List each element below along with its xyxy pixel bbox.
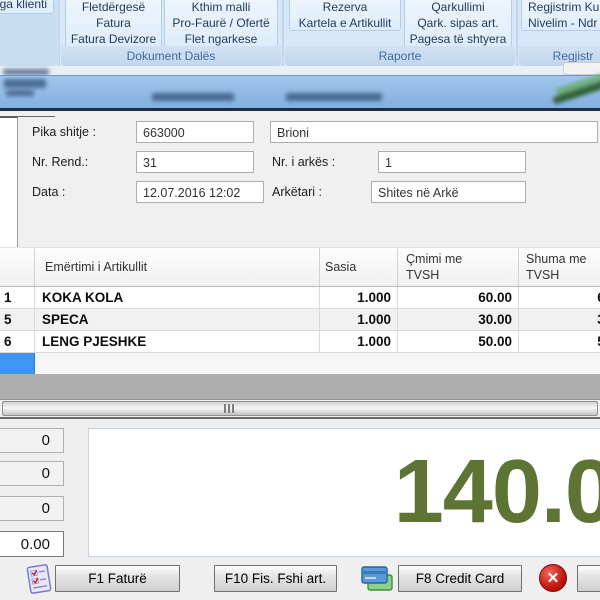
cell-rownum: 5 [0,309,35,330]
window-band [0,66,600,75]
cell-name: SPECA [35,309,320,330]
ribbon-button-partial-left-label: ga klienti [0,0,47,11]
side-panel-edge [0,117,18,247]
side-value-field-3[interactable]: 0 [0,496,64,521]
ribbon-item-nivelim[interactable]: Nivelim - Ndr [522,15,600,31]
cell-name: KOKA KOLA [35,287,320,308]
grand-total-display: 140.00 [88,428,600,557]
f10-fshi-art-button[interactable]: F10 Fis. Fshi art. [214,565,337,592]
nr-arkes-field[interactable]: 1 [378,151,526,173]
ribbon-column: Fletdërgesë Fatura Fatura Devizore [65,0,162,49]
pika-shitje-name-field[interactable]: Brioni [270,121,598,143]
grid-background [0,374,600,400]
ribbon-column: Kthim malli Pro-Faurë / Ofertë Flet ngar… [164,0,278,49]
ribbon-item-regjistrim[interactable]: Regjistrim Ku [522,0,600,15]
grid-header-rownum[interactable] [0,248,35,286]
cell-qty: 1.000 [320,309,398,330]
ribbon-item-pagesa-te-shtyera[interactable]: Pagesa të shtyera [405,31,511,47]
pos-window: ga klienti Fletdërgesë Fatura Fatura Dev… [0,0,600,600]
ribbon-column: Qarkullimi Qark. sipas art. Pagesa të sh… [404,0,512,49]
cell-qty: 1.000 [320,287,398,308]
data-field[interactable]: 12.07.2016 12:02 [136,181,264,203]
cell-rownum: 1 [0,287,35,308]
data-label: Data : [32,181,65,203]
ribbon-item-rezerva[interactable]: Rezerva [290,0,400,15]
arketari-field[interactable]: Shites në Arkë [371,181,526,203]
ribbon-group-label-raporte: Raporte [285,46,515,66]
splitter-grip-icon [232,404,234,413]
splitter-grip-icon [228,404,230,413]
nr-rend-field[interactable]: 31 [136,151,254,173]
arketari-label: Arkëtari : [272,181,322,203]
side-value-field-1[interactable]: 0 [0,428,64,453]
scroll-thumb[interactable] [563,62,600,75]
credit-cards-icon[interactable] [360,563,394,595]
table-row[interactable]: 1 KOKA KOLA 1.000 60.00 60.00 [0,287,600,309]
ribbon-button-partial-left[interactable]: ga klienti [0,0,54,14]
f1-fature-button[interactable]: F1 Faturë [55,565,180,592]
document-header-bar [0,75,600,108]
selected-cell[interactable] [0,353,35,374]
footer-button-partial[interactable] [577,565,600,592]
ribbon-item-fatura[interactable]: Fatura [66,15,161,31]
cell-price: 60.00 [398,287,519,308]
splitter-handle[interactable] [2,401,598,416]
side-value-field-4[interactable]: 0.00 [0,531,64,557]
ribbon: ga klienti Fletdërgesë Fatura Fatura Dev… [0,0,600,66]
ribbon-item-pro-faure-oferte[interactable]: Pro-Faurë / Ofertë [165,15,277,31]
cell-price: 30.00 [398,309,519,330]
ribbon-group-regjistr: Regjistrim Ku Nivelim - Ndr Regjistr [517,0,600,68]
grid-header-cmimi[interactable]: Çmimi me TVSH [398,248,519,286]
table-row[interactable]: 5 SPECA 1.000 30.00 30.00 [0,309,600,331]
ribbon-item-fletdergese[interactable]: Fletdërgesë [66,0,161,15]
grid-header: Emërtimi i Artikullit Sasia Çmimi me TVS… [0,247,600,287]
ribbon-item-kartela-artikullit[interactable]: Kartela e Artikullit [290,15,400,31]
cell-price: 50.00 [398,331,519,352]
ribbon-group-dokument-dales: Fletdërgesë Fatura Fatura Devizore Kthim… [59,0,283,68]
blurred-text [6,90,34,96]
table-row[interactable]: 6 LENG PJESHKE 1.000 50.00 50.00 [0,331,600,353]
ribbon-item-qarkullimi[interactable]: Qarkullimi [405,0,511,15]
side-value-field-2[interactable]: 0 [0,461,64,486]
close-icon[interactable]: ✕ [539,564,567,592]
grid-header-emertimi[interactable]: Emërtimi i Artikullit [35,248,320,286]
divider [0,399,600,400]
invoice-checklist-icon[interactable] [23,562,55,596]
f8-credit-card-button[interactable]: F8 Credit Card [398,565,522,592]
cell-sum: 60.00 [519,287,600,308]
nr-arkes-label: Nr. i arkës : [272,151,335,173]
divider [0,108,600,111]
ribbon-column: Regjistrim Ku Nivelim - Ndr [521,0,600,31]
splitter-grip-icon [224,404,226,413]
cell-sum: 30.00 [519,309,600,330]
cell-sum: 50.00 [519,331,600,352]
pika-shitje-code-field[interactable]: 663000 [136,121,254,143]
cell-qty: 1.000 [320,331,398,352]
ribbon-item-fatura-devizore[interactable]: Fatura Devizore [66,31,161,47]
pika-shitje-label: Pika shitje : [32,121,96,143]
cell-rownum: 6 [0,331,35,352]
ribbon-item-qark-sipas-art[interactable]: Qark. sipas art. [405,15,511,31]
table-row-empty[interactable] [0,353,600,374]
ribbon-group-label-dokument-dales: Dokument Dalës [61,46,281,66]
ribbon-item-kthim-malli[interactable]: Kthim malli [165,0,277,15]
ribbon-group-raporte: Rezerva Kartela e Artikullit Qarkullimi … [283,0,517,68]
grid-header-shuma[interactable]: Shuma me TVSH [519,248,600,286]
grid-header-sasia[interactable]: Sasia [320,248,398,286]
ribbon-item-flet-ngarkese[interactable]: Flet ngarkese [165,31,277,47]
blurred-text [4,79,46,88]
grand-total-value: 140.00 [89,429,600,558]
blurred-text [152,93,234,101]
cell-name: LENG PJESHKE [35,331,320,352]
nr-rend-label: Nr. Rend.: [32,151,88,173]
blurred-text [286,93,382,101]
ribbon-column: Rezerva Kartela e Artikullit [289,0,401,31]
